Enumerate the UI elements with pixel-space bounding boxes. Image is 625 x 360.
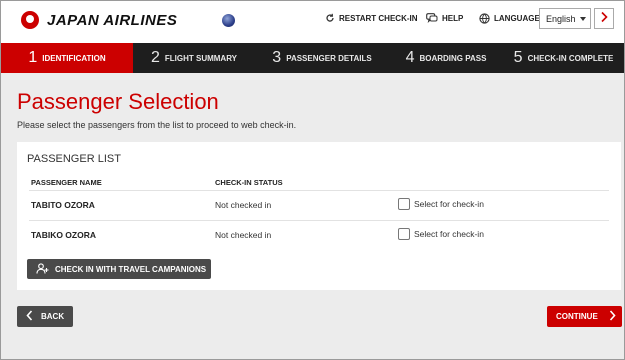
chat-bubble-icon [426, 13, 438, 23]
step-label: CHECK-IN COMPLETE [527, 53, 614, 63]
step-boarding-pass: 4 BOARDING PASS [389, 43, 503, 73]
oneworld-logo-icon [222, 14, 235, 27]
page-title: Passenger Selection [17, 89, 219, 114]
restart-icon [325, 13, 335, 23]
language-label-group: LANGUAGE: [479, 13, 542, 24]
step-label: FLIGHT SUMMARY [164, 53, 238, 63]
column-header-checkin-status: CHECK-IN STATUS [215, 178, 283, 187]
passenger-name: TABIKO OZORA [31, 230, 97, 240]
step-label: IDENTIFICATION [42, 53, 106, 63]
jal-crane-logo-icon[interactable] [21, 11, 39, 29]
language-go-button[interactable] [594, 8, 614, 29]
step-label: PASSENGER DETAILS [286, 53, 372, 63]
select-passenger-checkbox[interactable] [398, 228, 410, 240]
header: JAPAN AIRLINES RESTART CHECK-IN HELP LAN… [1, 1, 624, 43]
language-label: LANGUAGE: [494, 14, 543, 23]
passenger-list-title: PASSENGER LIST [27, 153, 121, 165]
language-select[interactable]: English [539, 8, 591, 29]
page-subtitle: Please select the passengers from the li… [17, 120, 297, 130]
step-flight-summary: 2 FLIGHT SUMMARY [133, 43, 255, 73]
select-passenger-label[interactable]: Select for check-in [414, 199, 484, 209]
step-number: 3 [272, 49, 282, 66]
table-row: TABIKO OZORA Not checked in Select for c… [29, 220, 609, 250]
select-passenger-checkbox[interactable] [398, 198, 410, 210]
progress-steps: 1 IDENTIFICATION 2 FLIGHT SUMMARY 3 PASS… [1, 43, 624, 73]
restart-checkin-link[interactable]: RESTART CHECK-IN [325, 13, 418, 23]
select-passenger-label[interactable]: Select for check-in [414, 229, 484, 239]
passenger-list-card: PASSENGER LIST PASSENGER NAME CHECK-IN S… [17, 142, 621, 290]
language-select-value: English [546, 13, 576, 24]
back-button[interactable]: BACK [17, 306, 73, 327]
brand-name[interactable]: JAPAN AIRLINES [47, 12, 177, 29]
checkin-with-companions-button[interactable]: CHECK IN WITH TRAVEL CAMPANIONS [27, 259, 211, 279]
restart-checkin-label: RESTART CHECK-IN [339, 13, 418, 23]
help-link[interactable]: HELP [426, 13, 463, 23]
checkin-with-companions-label: CHECK IN WITH TRAVEL CAMPANIONS [55, 264, 207, 274]
chevron-right-icon [600, 10, 608, 28]
step-identification: 1 IDENTIFICATION [1, 43, 133, 73]
step-number: 2 [150, 49, 160, 66]
passenger-name: TABITO OZORA [31, 200, 95, 210]
help-label: HELP [442, 13, 464, 23]
step-passenger-details: 3 PASSENGER DETAILS [255, 43, 389, 73]
column-header-passenger-name: PASSENGER NAME [31, 178, 102, 187]
continue-button[interactable]: CONTINUE [547, 306, 622, 327]
continue-label: CONTINUE [556, 312, 598, 321]
table-row: TABITO OZORA Not checked in Select for c… [29, 190, 609, 220]
caret-down-icon [580, 17, 586, 21]
checkin-status: Not checked in [215, 200, 272, 210]
step-number: 1 [28, 49, 38, 66]
chevron-right-icon [609, 310, 616, 323]
chevron-left-icon [26, 310, 33, 323]
step-number: 5 [513, 49, 523, 66]
step-checkin-complete: 5 CHECK-IN COMPLETE [503, 43, 624, 73]
step-number: 4 [405, 49, 415, 66]
step-label: BOARDING PASS [419, 53, 487, 63]
checkin-status: Not checked in [215, 230, 272, 240]
add-person-icon [36, 262, 49, 276]
globe-icon [479, 13, 490, 24]
back-label: BACK [41, 312, 65, 321]
